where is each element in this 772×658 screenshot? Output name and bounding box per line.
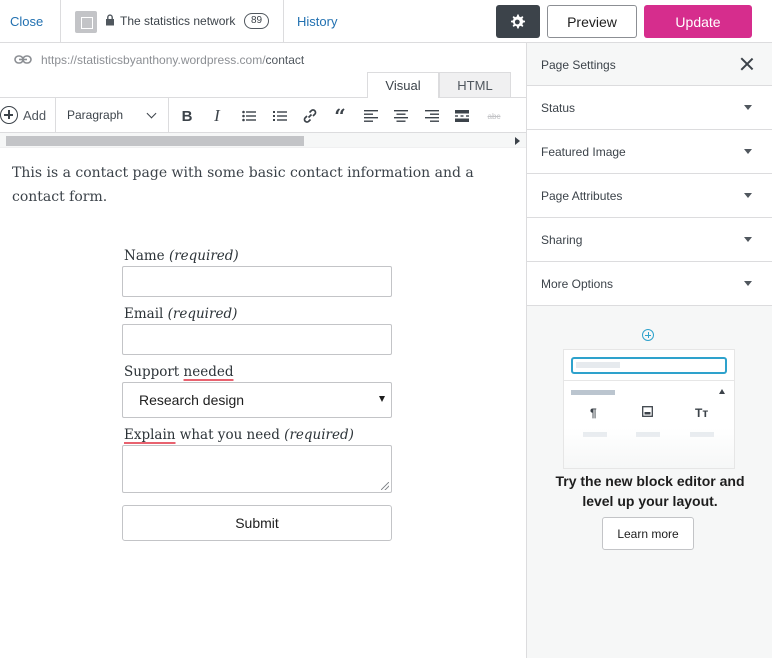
promo-line-1: Try the new block editor and	[555, 473, 745, 489]
scroll-right-arrow-icon[interactable]	[515, 137, 520, 145]
sidebar-header: Page Settings	[527, 43, 772, 86]
divider	[55, 98, 56, 132]
editor-toolbar: Add Paragraph B I “ abc	[0, 97, 526, 133]
caret-down-icon	[744, 281, 752, 286]
site-name[interactable]: The statistics network	[120, 14, 235, 28]
scrollbar-thumb[interactable]	[6, 136, 304, 146]
plus-circle-icon	[0, 106, 18, 124]
caret-down-icon	[744, 149, 752, 154]
tab-visual[interactable]: Visual	[367, 72, 439, 98]
caret-down-icon	[744, 193, 752, 198]
section-featured-image[interactable]: Featured Image	[527, 130, 772, 174]
permalink-row: https://statisticsbyanthony.wordpress.co…	[14, 53, 304, 67]
more-tag-icon[interactable]	[452, 106, 472, 126]
contact-form: Name (required) Email (required) Support…	[122, 248, 392, 541]
chevron-down-icon[interactable]	[146, 108, 157, 119]
image-icon	[642, 406, 653, 420]
explain-label: Explain what you need (required)	[124, 427, 354, 443]
page-settings-sidebar: Page Settings Status Featured Image Page…	[526, 43, 772, 658]
update-button[interactable]: Update	[644, 5, 752, 38]
link-icon[interactable]	[300, 106, 320, 126]
tab-html[interactable]: HTML	[439, 72, 511, 97]
site-icon	[75, 11, 97, 33]
name-field[interactable]	[122, 266, 392, 297]
explain-textarea[interactable]	[122, 445, 392, 493]
section-page-attributes[interactable]: Page Attributes	[527, 174, 772, 218]
lock-icon	[106, 14, 114, 26]
support-selected-value: Research design	[139, 392, 245, 408]
numbered-list-icon[interactable]	[270, 106, 290, 126]
section-more-options[interactable]: More Options	[527, 262, 772, 306]
strikethrough-icon[interactable]: abc	[484, 106, 504, 126]
learn-more-button[interactable]: Learn more	[602, 517, 694, 550]
caret-down-icon	[744, 105, 752, 110]
divider	[283, 0, 284, 42]
editor-area: https://statisticsbyanthony.wordpress.co…	[0, 43, 526, 658]
support-label: Support needed	[124, 364, 234, 380]
section-label: More Options	[541, 277, 614, 291]
label-bar-illustration	[583, 432, 607, 437]
email-label: Email (required)	[124, 306, 238, 322]
paragraph-icon: ¶	[590, 406, 597, 420]
bold-icon[interactable]: B	[177, 106, 197, 126]
gear-icon	[511, 14, 525, 28]
section-label: Page Attributes	[541, 189, 623, 203]
bulleted-list-icon[interactable]	[239, 106, 259, 126]
divider	[60, 0, 61, 42]
format-select[interactable]: Paragraph	[67, 108, 123, 122]
blockquote-icon[interactable]: “	[330, 104, 350, 128]
permalink-base[interactable]: https://statisticsbyanthony.wordpress.co…	[41, 53, 266, 67]
plus-circle-icon	[642, 329, 654, 341]
permalink-slug[interactable]: contact	[266, 53, 305, 67]
section-label: Status	[541, 101, 576, 115]
label-bar-illustration	[690, 432, 714, 437]
close-icon[interactable]	[740, 57, 754, 71]
search-field-illustration	[571, 357, 727, 374]
caret-down-icon	[744, 237, 752, 242]
settings-button[interactable]	[496, 5, 540, 38]
italic-icon[interactable]: I	[207, 106, 227, 126]
section-label: Featured Image	[541, 145, 626, 159]
section-status[interactable]: Status	[527, 86, 772, 130]
divider	[168, 98, 169, 132]
dropdown-arrow-icon	[379, 396, 385, 402]
block-inserter-illustration: ¶ Tт	[563, 349, 735, 469]
align-left-icon[interactable]	[361, 106, 381, 126]
preview-button[interactable]: Preview	[547, 5, 637, 38]
close-link[interactable]: Close	[10, 14, 43, 29]
permalink-icon	[14, 55, 32, 64]
add-media-button[interactable]: Add	[0, 106, 46, 124]
label-bar-illustration	[636, 432, 660, 437]
align-right-icon[interactable]	[422, 106, 442, 126]
section-label: Sharing	[541, 233, 583, 247]
horizontal-scrollbar[interactable]	[0, 133, 526, 148]
support-select[interactable]: Research design	[122, 382, 392, 418]
top-bar: Close The statistics network 89 History …	[0, 0, 772, 43]
align-center-icon[interactable]	[391, 106, 411, 126]
name-label: Name (required)	[124, 248, 239, 264]
category-bar-illustration	[571, 390, 615, 395]
history-link[interactable]: History	[297, 14, 337, 29]
notification-count-badge: 89	[244, 13, 270, 29]
submit-button[interactable]: Submit	[122, 505, 392, 541]
heading-icon: Tт	[695, 406, 709, 420]
sidebar-title: Page Settings	[541, 58, 616, 72]
add-label: Add	[23, 107, 47, 123]
page-content-text[interactable]: This is a contact page with some basic c…	[12, 161, 492, 209]
promo-line-2: level up your layout.	[582, 493, 718, 509]
section-sharing[interactable]: Sharing	[527, 218, 772, 262]
chevron-up-icon	[719, 389, 725, 394]
promo-text: Try the new block editor and level up yo…	[527, 471, 772, 511]
divider	[564, 380, 734, 381]
email-field[interactable]	[122, 324, 392, 355]
resize-handle-icon[interactable]	[381, 482, 389, 490]
